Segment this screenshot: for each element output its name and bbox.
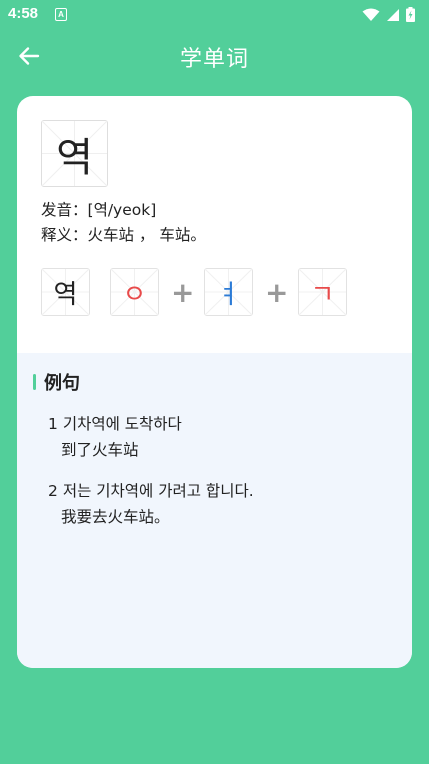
jamo-text-3: ㄱ [310, 279, 335, 310]
example-number: 2 [48, 482, 58, 500]
jamo-text-1: ㅇ [122, 279, 147, 310]
pronunciation-label: 发音： [41, 201, 88, 219]
accent-bar [33, 374, 36, 390]
word-character-box[interactable]: 역 [41, 120, 108, 187]
word-card: 역 发音：[역/yeok] 释义：火车站 ， 车站。 역 ㅇ + ㅕ + ㄱ 例… [17, 96, 412, 668]
example-header: 例句 [33, 371, 80, 394]
notification-a-icon: A [55, 8, 67, 21]
status-icons [362, 7, 415, 22]
pronunciation-line: 发音：[역/yeok] [41, 198, 156, 220]
example-korean-text: 기차역에 도착하다 [62, 415, 182, 433]
wifi-icon [362, 8, 380, 21]
status-bar: 4:58 A [0, 0, 429, 30]
meaning-label: 释义： [41, 226, 88, 244]
app-bar: 学单词 [0, 30, 429, 82]
plus-sign: + [171, 276, 195, 309]
jamo-box-3[interactable]: ㄱ [298, 268, 347, 316]
jamo-text-2: ㅕ [216, 279, 241, 310]
example-korean-text: 저는 기차역에 가려고 합니다. [62, 482, 254, 500]
example-chinese: 到了火车站 [61, 441, 139, 459]
syllable-text: 역 [53, 279, 78, 310]
example-item-2: 2 저는 기차역에 가려고 합니다. 我要去火车站。 [48, 478, 254, 530]
status-time: 4:58 [8, 5, 39, 22]
syllable-box[interactable]: 역 [41, 268, 90, 316]
pronunciation-value: [역/yeok] [87, 201, 157, 219]
example-item-1: 1 기차역에 도착하다 到了火车站 [48, 411, 182, 463]
meaning-line: 释义：火车站 ， 车站。 [41, 223, 206, 245]
word-character: 역 [56, 134, 93, 181]
page-title: 学单词 [179, 47, 249, 72]
example-section: 例句 1 기차역에 도착하다 到了火车站 2 저는 기차역에 가려고 합니다. … [17, 353, 412, 668]
jamo-box-1[interactable]: ㅇ [110, 268, 159, 316]
battery-icon [406, 7, 415, 22]
example-korean: 2 저는 기차역에 가려고 합니다. [48, 478, 254, 504]
plus-sign: + [265, 276, 289, 309]
example-title: 例句 [44, 373, 80, 394]
example-korean: 1 기차역에 도착하다 [48, 411, 182, 437]
meaning-value: 火车站 ， 车站。 [87, 226, 206, 244]
jamo-box-2[interactable]: ㅕ [204, 268, 253, 316]
example-chinese: 我要去火车站。 [61, 508, 170, 526]
example-number: 1 [48, 415, 58, 433]
signal-icon [387, 8, 399, 21]
